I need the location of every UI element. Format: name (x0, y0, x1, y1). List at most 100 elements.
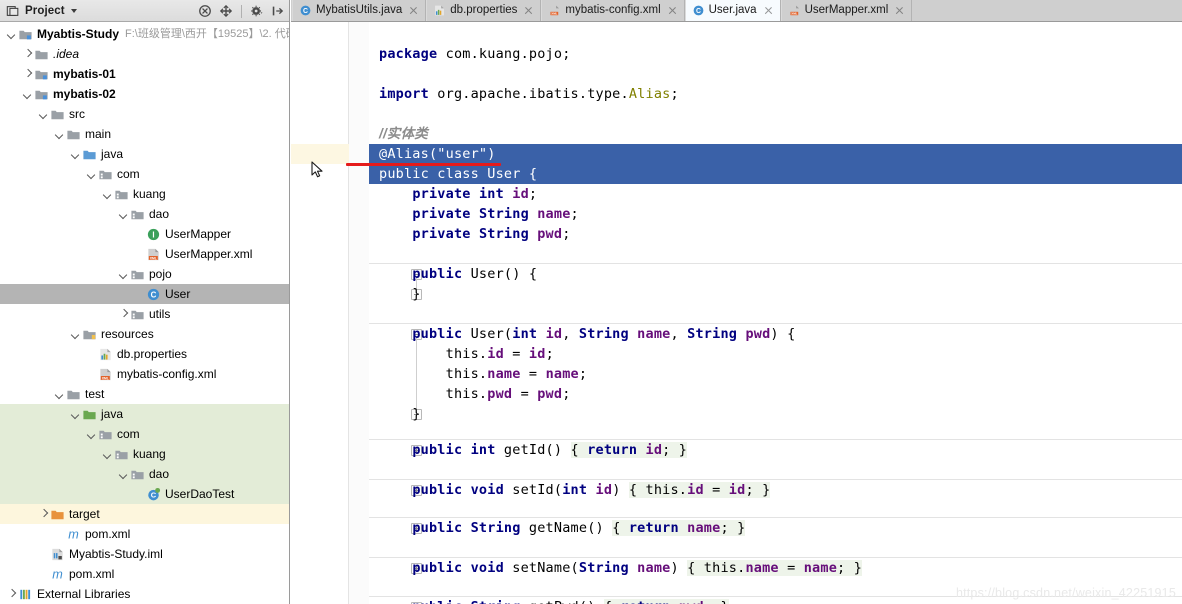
tree-node-idea[interactable]: .idea (0, 44, 289, 64)
editor-tab-mybatis-config-xml[interactable]: XML mybatis-config.xml (541, 0, 685, 21)
chevron-down-icon[interactable] (70, 8, 77, 13)
tree-node-userdaotest[interactable]: C UserDaoTest (0, 484, 289, 504)
code-line: this.id = id; (379, 346, 554, 362)
code-editor[interactable]: 1234567891011121314151617181920212425282… (291, 22, 1182, 604)
source-root-icon (83, 150, 96, 159)
close-tab-icon[interactable] (764, 6, 773, 15)
package-icon (115, 190, 128, 199)
tree-node-resources[interactable]: resources (0, 324, 289, 344)
tree-node-label: com (117, 427, 140, 441)
close-tab-icon[interactable] (668, 6, 677, 15)
tree-node-external-libraries[interactable]: External Libraries (0, 584, 289, 604)
chevron-right-icon[interactable] (38, 509, 49, 520)
xml-file-icon: XML (550, 5, 560, 15)
chevron-down-icon[interactable] (118, 209, 129, 220)
tree-node-com[interactable]: com (0, 164, 289, 184)
tree-node-kuang[interactable]: kuang (0, 444, 289, 464)
tree-node-label: src (69, 107, 85, 121)
chevron-right-icon[interactable] (6, 589, 17, 600)
chevron-down-icon[interactable] (70, 409, 81, 420)
tree-node-mybatis-02[interactable]: mybatis-02 (0, 84, 289, 104)
chevron-down-icon[interactable] (86, 429, 97, 440)
tree-node-label: target (69, 507, 100, 521)
tree-node-dao[interactable]: dao (0, 204, 289, 224)
chevron-down-icon[interactable] (38, 109, 49, 120)
package-icon (131, 470, 144, 479)
tree-node-com[interactable]: com (0, 424, 289, 444)
code-content[interactable]: package com.kuang.pojo; import org.apache… (291, 22, 1182, 604)
tree-node-mybatis-01[interactable]: mybatis-01 (0, 64, 289, 84)
tree-node-label: dao (149, 207, 170, 221)
chevron-right-icon[interactable] (22, 49, 33, 60)
interface-icon: I (147, 228, 160, 240)
tree-node-usermapper[interactable]: I UserMapper (0, 224, 289, 244)
tree-node-myabtis-study-iml[interactable]: Myabtis-Study.iml (0, 544, 289, 564)
ide-window: Project Myabtis-Study F:\班级管理\西开【19525】\… (0, 0, 1182, 604)
tree-node-db-properties[interactable]: db.properties (0, 344, 289, 364)
close-tab-icon[interactable] (524, 6, 533, 15)
chevron-down-icon[interactable] (54, 129, 65, 140)
folder-icon (67, 130, 80, 139)
chevron-down-icon[interactable] (54, 389, 65, 400)
chevron-down-icon[interactable] (70, 329, 81, 340)
tree-node-pojo[interactable]: pojo (0, 264, 289, 284)
chevron-down-icon[interactable] (86, 169, 97, 180)
tree-node-main[interactable]: main (0, 124, 289, 144)
tree-node-java[interactable]: java (0, 144, 289, 164)
svg-text:m: m (52, 567, 63, 581)
tree-node-label: resources (101, 327, 154, 341)
tree-node-dao[interactable]: dao (0, 464, 289, 484)
tree-node-src[interactable]: src (0, 104, 289, 124)
chevron-down-icon[interactable] (70, 149, 81, 160)
chevron-right-icon[interactable] (118, 309, 129, 320)
tree-node-label: Myabtis-Study.iml (69, 547, 163, 561)
code-line: public String getPwd() { return pwd; } (379, 597, 729, 604)
svg-text:C: C (151, 290, 157, 299)
svg-text:XML: XML (552, 11, 558, 15)
chevron-down-icon[interactable] (102, 449, 113, 460)
tree-node-pom-xml[interactable]: m pom.xml (0, 524, 289, 544)
code-line: this.pwd = pwd; (379, 386, 571, 402)
editor-tab-user-java[interactable]: C User.java (684, 0, 781, 21)
scroll-from-source-icon[interactable] (219, 4, 233, 18)
code-line: this.name = name; (379, 366, 588, 382)
project-root-path: F:\班级管理\西开【19525】\2. 代码\My (125, 28, 289, 40)
chevron-down-icon[interactable] (102, 189, 113, 200)
code-line: import org.apache.ibatis.type.Alias; (379, 86, 679, 102)
tree-node-pom-xml[interactable]: m pom.xml (0, 564, 289, 584)
chevron-down-icon[interactable] (118, 269, 129, 280)
editor-tab-db-properties[interactable]: db.properties (426, 0, 542, 21)
tree-node-target[interactable]: target (0, 504, 289, 524)
close-tab-icon[interactable] (895, 6, 904, 15)
folder-icon (67, 390, 80, 399)
editor-tab-label: MybatisUtils.java (316, 4, 403, 16)
tree-node-user[interactable]: C User (0, 284, 289, 304)
tree-node-usermapper-xml[interactable]: XML UserMapper.xml (0, 244, 289, 264)
tree-node-test[interactable]: test (0, 384, 289, 404)
project-title-group[interactable]: Project (0, 4, 77, 18)
tree-node-java[interactable]: java (0, 404, 289, 424)
tree-node-utils[interactable]: utils (0, 304, 289, 324)
chevron-down-icon[interactable] (118, 469, 129, 480)
tree-node-mybatis-config-xml[interactable]: XML mybatis-config.xml (0, 364, 289, 384)
editor-tab-label: mybatis-config.xml (565, 4, 661, 16)
svg-text:C: C (303, 7, 308, 14)
chevron-down-icon[interactable] (22, 89, 33, 100)
resource-root-icon (83, 330, 96, 339)
editor-tab-mybatisutils-java[interactable]: C MybatisUtils.java (292, 0, 427, 21)
close-tab-icon[interactable] (409, 6, 418, 15)
code-line: public String getName() { return name; } (412, 520, 746, 536)
hide-panel-icon[interactable] (271, 4, 285, 18)
chevron-right-icon[interactable] (22, 69, 33, 80)
tree-node-label: db.properties (117, 347, 188, 361)
tree-node-kuang[interactable]: kuang (0, 184, 289, 204)
collapse-all-icon[interactable] (198, 4, 212, 18)
settings-gear-icon[interactable] (250, 4, 264, 18)
chevron-down-icon[interactable] (6, 29, 17, 40)
xml-file-icon: XML (789, 5, 799, 15)
project-tree[interactable]: Myabtis-Study F:\班级管理\西开【19525】\2. 代码\My.… (0, 22, 289, 604)
tree-node-myabtis-study[interactable]: Myabtis-Study F:\班级管理\西开【19525】\2. 代码\My (0, 24, 289, 44)
editor-tab-usermapper-xml[interactable]: XML UserMapper.xml (780, 0, 913, 21)
